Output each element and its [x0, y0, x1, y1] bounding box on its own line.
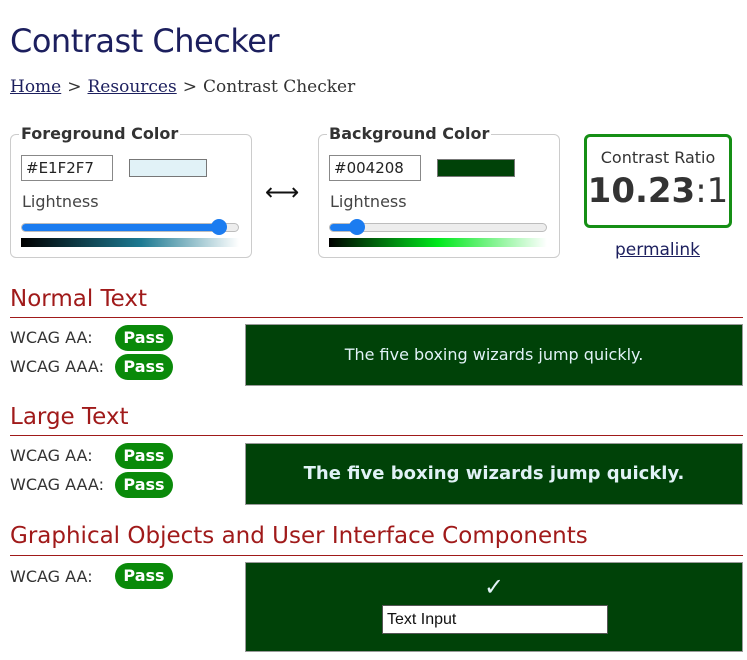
graphics-preview: ✓ — [245, 562, 743, 652]
foreground-hex-input[interactable] — [21, 155, 113, 181]
section-divider — [10, 317, 743, 318]
breadcrumb-resources-link[interactable]: Resources — [88, 77, 177, 97]
background-color-panel: Background Color Lightness — [318, 124, 560, 258]
foreground-lightness-slider[interactable] — [21, 223, 239, 232]
contrast-ratio-suffix: :1 — [695, 171, 729, 211]
foreground-color-swatch[interactable] — [129, 159, 207, 177]
breadcrumb-current: Contrast Checker — [202, 77, 356, 97]
checkmark-icon: ✓ — [483, 573, 505, 601]
contrast-ratio-number: 10.23 — [587, 171, 696, 211]
graphics-aa-label: WCAG AA: — [10, 567, 93, 586]
normal-aa-label: WCAG AA: — [10, 328, 93, 347]
graphics-heading: Graphical Objects and User Interface Com… — [10, 523, 588, 549]
background-lightness-label: Lightness — [330, 192, 407, 211]
background-lightness-thumb[interactable] — [349, 219, 366, 235]
large-aa-pass-badge: Pass — [115, 443, 173, 469]
background-lightness-gradient — [329, 238, 547, 247]
large-aa-label: WCAG AA: — [10, 446, 93, 465]
permalink-link[interactable]: permalink — [615, 240, 700, 260]
foreground-lightness-gradient — [21, 238, 239, 247]
background-hex-input[interactable] — [329, 155, 421, 181]
large-aaa-pass-badge: Pass — [115, 472, 173, 498]
background-color-swatch[interactable] — [437, 159, 515, 177]
normal-aa-pass-badge: Pass — [115, 325, 173, 351]
foreground-lightness-thumb[interactable] — [211, 219, 228, 235]
contrast-ratio-label: Contrast Ratio — [600, 148, 716, 167]
foreground-color-panel: Foreground Color Lightness — [10, 124, 252, 258]
breadcrumb-home-link[interactable]: Home — [10, 77, 61, 97]
normal-aaa-pass-badge: Pass — [115, 354, 173, 380]
contrast-ratio-value: 10.23:1 — [587, 171, 729, 211]
breadcrumb-separator: > — [182, 77, 197, 97]
normal-text-preview: The five boxing wizards jump quickly. — [245, 324, 743, 386]
foreground-lightness-label: Lightness — [22, 192, 99, 211]
normal-text-heading: Normal Text — [10, 286, 148, 312]
section-divider — [10, 435, 743, 436]
large-text-heading: Large Text — [10, 404, 129, 430]
foreground-color-legend: Foreground Color — [19, 124, 181, 143]
large-text-preview: The five boxing wizards jump quickly. — [245, 443, 743, 505]
left-right-arrow-icon: ⟷ — [265, 178, 300, 206]
contrast-ratio-box: Contrast Ratio 10.23:1 — [584, 134, 732, 228]
normal-aaa-label: WCAG AAA: — [10, 357, 104, 376]
sample-text-input[interactable] — [382, 605, 608, 634]
background-color-legend: Background Color — [327, 124, 492, 143]
breadcrumb: Home > Resources > Contrast Checker — [10, 77, 355, 97]
breadcrumb-separator: > — [67, 77, 82, 97]
graphics-aa-pass-badge: Pass — [115, 563, 173, 589]
section-divider — [10, 555, 743, 556]
large-aaa-label: WCAG AAA: — [10, 475, 104, 494]
page-title: Contrast Checker — [10, 22, 280, 60]
foreground-lightness-fill — [22, 224, 219, 231]
